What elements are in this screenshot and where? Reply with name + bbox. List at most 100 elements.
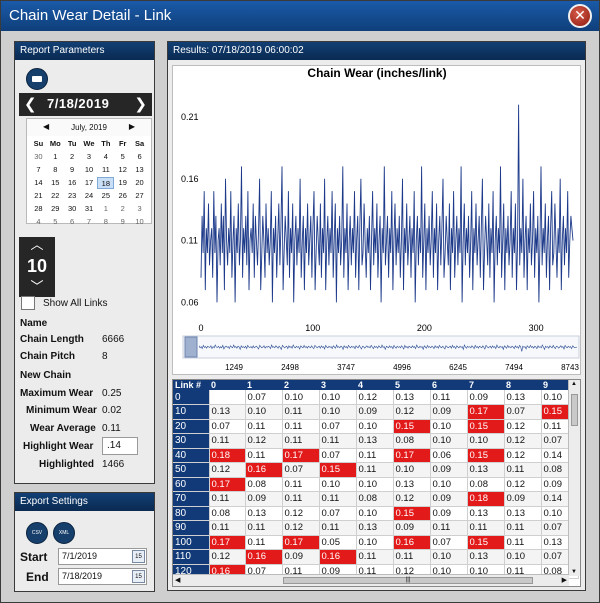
wear-cell[interactable]: 0.17 [282, 535, 320, 550]
column-header[interactable]: 6 [430, 380, 467, 390]
calendar-day[interactable]: 28 [30, 203, 47, 215]
wear-cell[interactable]: 0.09 [393, 520, 431, 536]
calendar-day[interactable]: 7 [30, 164, 47, 176]
wear-cell[interactable]: 0.11 [282, 491, 320, 507]
wear-cell[interactable]: 0.11 [393, 549, 431, 565]
calendar-day[interactable]: 3 [131, 203, 148, 215]
horizontal-scrollbar[interactable]: ◀ ||| ▶ [173, 574, 569, 586]
wear-cell[interactable]: 0.09 [467, 390, 505, 405]
calendar-day[interactable]: 26 [114, 190, 131, 202]
wear-cell[interactable]: 0.09 [430, 404, 468, 420]
wear-cell[interactable]: 0.11 [504, 462, 542, 478]
highlight-wear-input[interactable]: .14 [102, 437, 138, 455]
column-header[interactable]: 1 [245, 380, 282, 390]
wear-cell[interactable]: 0.10 [319, 390, 357, 405]
spinner-up-button[interactable]: ︿ [19, 237, 55, 253]
calendar-icon[interactable]: 15 [132, 570, 145, 583]
wear-cell[interactable]: 0.11 [504, 520, 542, 536]
calendar-day[interactable]: 27 [131, 190, 148, 202]
wear-cell[interactable]: 0.07 [319, 506, 357, 521]
wear-cell[interactable]: 0.11 [467, 520, 505, 536]
calendar-day[interactable]: 8 [47, 164, 64, 176]
export-csv-button[interactable]: CSV [26, 522, 48, 544]
wear-cell[interactable]: 0.10 [319, 477, 357, 492]
calendar-day[interactable]: 21 [30, 190, 47, 202]
wear-cell[interactable]: 0.11 [430, 390, 468, 405]
print-button[interactable] [26, 68, 48, 90]
calendar-day[interactable]: 10 [81, 164, 98, 176]
wear-cell[interactable]: 0.15 [467, 535, 505, 550]
wear-cell[interactable]: 0.08 [356, 491, 394, 507]
wear-cell[interactable]: 0.10 [504, 549, 542, 565]
wear-cell[interactable]: 0.09 [356, 404, 394, 420]
wear-cell[interactable]: 0.13 [393, 390, 431, 405]
wear-cell[interactable]: 0.12 [504, 433, 542, 449]
wear-cell[interactable]: 0.10 [430, 549, 468, 565]
column-header[interactable]: 4 [356, 380, 393, 390]
calendar-day[interactable]: 18 [97, 177, 115, 189]
previous-month-button[interactable]: ◀ [43, 122, 49, 131]
wear-cell[interactable] [209, 390, 246, 405]
calendar-day[interactable]: 31 [81, 203, 98, 215]
row-header[interactable]: 0 [173, 390, 210, 405]
scroll-up-icon[interactable]: ▲ [571, 381, 577, 387]
calendar-day[interactable]: 8 [97, 216, 114, 228]
wear-cell[interactable]: 0.11 [282, 419, 320, 434]
wear-cell[interactable]: 0.11 [319, 520, 357, 536]
wear-cell[interactable]: 0.10 [356, 535, 394, 550]
wear-cell[interactable]: 0.11 [319, 433, 357, 449]
wear-cell[interactable]: 0.15 [467, 448, 505, 463]
calendar-day[interactable]: 13 [131, 164, 148, 176]
calendar-icon[interactable]: 15 [132, 550, 145, 563]
wear-cell[interactable]: 0.12 [245, 433, 283, 449]
row-header[interactable]: 10 [173, 404, 210, 420]
scroll-left-icon[interactable]: ◀ [175, 576, 180, 584]
wear-cell[interactable]: 0.12 [282, 506, 320, 521]
calendar-day[interactable]: 5 [114, 151, 131, 163]
wear-cell[interactable]: 0.12 [356, 390, 394, 405]
wear-cell[interactable]: 0.07 [430, 535, 468, 550]
calendar-day[interactable]: 3 [81, 151, 98, 163]
row-header[interactable]: 110 [173, 549, 210, 565]
wear-cell[interactable]: 0.16 [245, 549, 283, 565]
wear-cell[interactable]: 0.18 [209, 448, 246, 463]
wear-cell[interactable]: 0.11 [245, 520, 283, 536]
column-header[interactable]: Link # [173, 380, 209, 390]
wear-cell[interactable]: 0.07 [209, 419, 246, 434]
wear-cell[interactable]: 0.11 [282, 404, 320, 420]
wear-cell[interactable]: 0.09 [504, 491, 542, 507]
wear-cell[interactable]: 0.06 [430, 448, 468, 463]
wear-cell[interactable]: 0.16 [245, 462, 283, 478]
wear-cell[interactable]: 0.08 [467, 477, 505, 492]
horizontal-scroll-thumb[interactable]: ||| [283, 577, 533, 584]
calendar-day[interactable]: 19 [114, 177, 131, 189]
wear-cell[interactable]: 0.11 [319, 491, 357, 507]
wear-cell[interactable]: 0.16 [319, 549, 357, 565]
wear-cell[interactable]: 0.11 [245, 448, 283, 463]
close-button[interactable]: ✕ [568, 4, 592, 28]
calendar-day[interactable]: 15 [47, 177, 64, 189]
column-header[interactable]: 5 [393, 380, 430, 390]
wear-cell[interactable]: 0.12 [504, 448, 542, 463]
wear-cell[interactable]: 0.12 [209, 462, 246, 478]
calendar-day[interactable]: 6 [131, 151, 148, 163]
wear-cell[interactable]: 0.17 [209, 535, 246, 550]
wear-cell[interactable]: 0.11 [245, 419, 283, 434]
wear-cell[interactable]: 0.13 [245, 506, 283, 521]
wear-cell[interactable]: 0.15 [319, 462, 357, 478]
calendar-day[interactable]: 7 [81, 216, 98, 228]
column-header[interactable]: 8 [504, 380, 541, 390]
calendar-day[interactable]: 1 [97, 203, 114, 215]
wear-cell[interactable]: 0.18 [467, 491, 505, 507]
wear-cell[interactable]: 0.07 [282, 462, 320, 478]
calendar-day[interactable]: 4 [30, 216, 47, 228]
calendar-day[interactable]: 9 [64, 164, 81, 176]
calendar-day[interactable]: 17 [81, 177, 98, 189]
column-header[interactable]: 0 [209, 380, 245, 390]
calendar-day[interactable]: 2 [64, 151, 81, 163]
column-header[interactable]: 7 [467, 380, 504, 390]
calendar-day[interactable]: 22 [47, 190, 64, 202]
wear-cell[interactable]: 0.11 [430, 520, 468, 536]
wear-cell[interactable]: 0.08 [209, 506, 246, 521]
calendar-day[interactable]: 25 [97, 190, 114, 202]
